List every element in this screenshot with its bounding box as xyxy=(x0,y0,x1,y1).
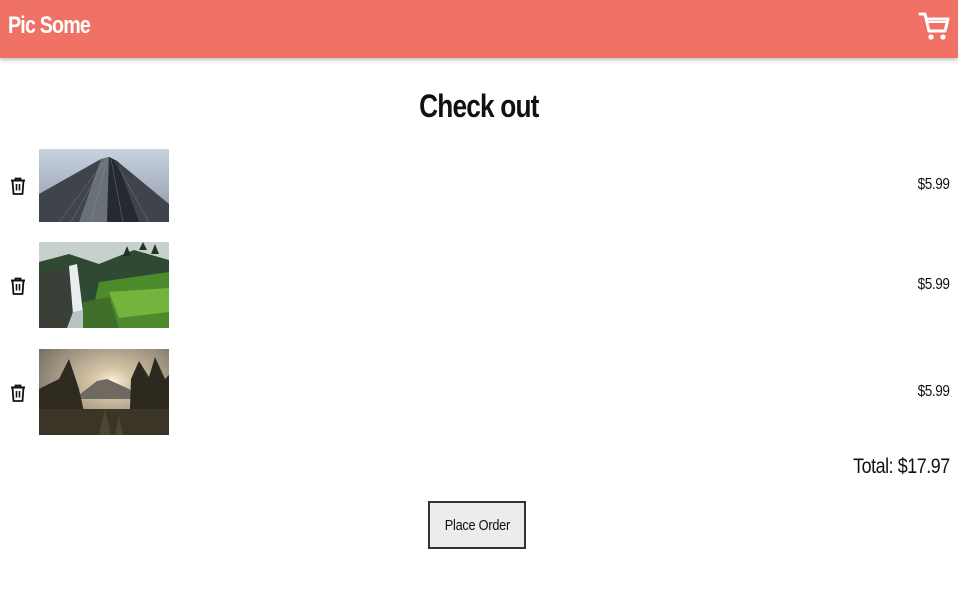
item-price: $5.99 xyxy=(918,276,950,293)
trash-icon[interactable] xyxy=(8,176,28,196)
shopping-cart-icon[interactable] xyxy=(918,10,950,42)
page-title: Check out xyxy=(419,88,539,124)
cart-item: $5.99 xyxy=(0,349,958,435)
trash-icon[interactable] xyxy=(8,383,28,403)
trash-icon[interactable] xyxy=(8,276,28,296)
cart-item: $5.99 xyxy=(0,242,958,328)
cart-item: $5.99 xyxy=(0,149,958,222)
place-order-label: Place Order xyxy=(444,516,510,534)
app-header: Pic Some xyxy=(0,0,958,58)
photo-waterfall[interactable] xyxy=(39,242,169,328)
item-price: $5.99 xyxy=(918,176,950,193)
item-price: $5.99 xyxy=(918,383,950,400)
order-total: Total: $17.97 xyxy=(853,455,950,478)
photo-mountain-sunset[interactable] xyxy=(39,349,169,435)
brand-logo[interactable]: Pic Some xyxy=(8,12,91,40)
photo-skyscraper[interactable] xyxy=(39,149,169,222)
place-order-button[interactable]: Place Order xyxy=(428,501,526,549)
